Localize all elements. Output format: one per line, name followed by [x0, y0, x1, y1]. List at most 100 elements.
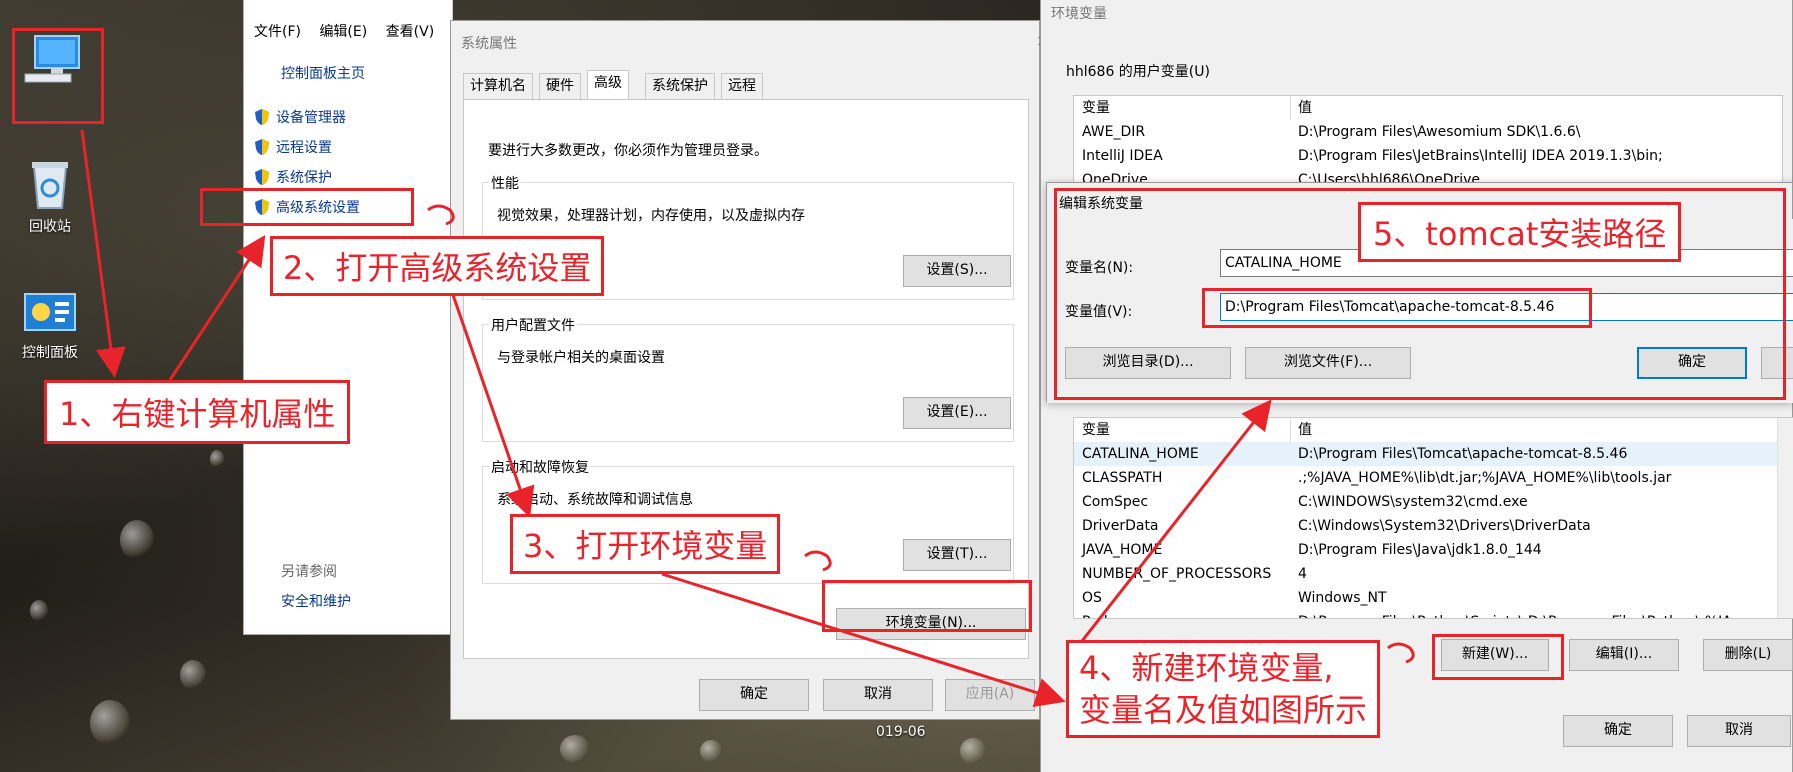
group-title: 性能: [489, 173, 521, 193]
menu-edit[interactable]: 编辑(E): [319, 24, 367, 40]
sidebar-item-label: 远程设置: [276, 140, 332, 156]
shield-icon: [255, 109, 269, 125]
list-header: 变量 值: [1074, 418, 1793, 442]
annotation-step4-line2: 变量名及值如图所示: [1079, 691, 1368, 729]
desktop-icon-label: 回收站: [29, 219, 71, 235]
menu-file[interactable]: 文件(F): [254, 24, 301, 40]
var-value: 4: [1298, 566, 1307, 582]
table-row[interactable]: NUMBER_OF_PROCESSORS 4: [1074, 562, 1793, 586]
ok-button[interactable]: 确定: [1563, 715, 1673, 747]
var-name: NUMBER_OF_PROCESSORS: [1082, 566, 1272, 582]
performance-settings-button[interactable]: 设置(S)...: [903, 255, 1011, 287]
desktop-icon-label: 控制面板: [22, 345, 78, 361]
ok-button[interactable]: 确定: [699, 679, 809, 711]
control-panel-icon: [24, 293, 76, 331]
annotation-step4-line1: 4、新建环境变量,: [1079, 649, 1334, 687]
desktop-icon-recycle-bin[interactable]: 回收站: [10, 158, 90, 236]
tab-remote[interactable]: 远程: [721, 73, 763, 99]
tab-computer-name[interactable]: 计算机名: [463, 73, 533, 99]
raindrop: [560, 735, 590, 763]
group-title: 启动和故障恢复: [489, 457, 591, 477]
var-name: Path: [1082, 610, 1113, 618]
table-row[interactable]: DriverData C:\Windows\System32\Drivers\D…: [1074, 514, 1793, 538]
var-name: JAVA_HOME: [1082, 542, 1163, 558]
edit-variable-button[interactable]: 编辑(I)...: [1569, 639, 1679, 671]
taskbar-date-fragment: 019-06: [876, 724, 926, 740]
var-value: C:\WINDOWS\system32\cmd.exe: [1298, 494, 1528, 510]
desktop-icon-control-panel[interactable]: 控制面板: [10, 292, 90, 362]
shield-icon: [255, 139, 269, 155]
raindrop: [30, 600, 48, 622]
sidebar-item-label: 设备管理器: [276, 110, 346, 126]
var-value: Windows_NT: [1298, 590, 1387, 606]
annotation-step2: 2、打开高级系统设置: [270, 236, 605, 296]
column-header-value[interactable]: 值: [1298, 96, 1312, 120]
var-value: D:\Program Files\JetBrains\IntelliJ IDEA…: [1298, 148, 1663, 164]
table-row[interactable]: CLASSPATH .;%JAVA_HOME%\lib\dt.jar;%JAVA…: [1074, 466, 1793, 490]
vertical-scrollbar[interactable]: [1777, 418, 1793, 618]
group-title: 用户配置文件: [489, 315, 577, 335]
delete-variable-button[interactable]: 删除(L): [1703, 639, 1793, 671]
menu-bar: 文件(F) 编辑(E) 查看(V): [254, 21, 448, 41]
var-name: OS: [1082, 590, 1102, 606]
highlight-new-button: [1432, 634, 1564, 680]
highlight-variable-value: [1202, 288, 1592, 328]
control-panel-home-link[interactable]: 控制面板主页: [281, 63, 365, 83]
cancel-button[interactable]: 取消: [823, 679, 933, 711]
highlight-env-button: [822, 580, 1032, 632]
table-row[interactable]: IntelliJ IDEA D:\Program Files\JetBrains…: [1074, 144, 1782, 168]
tab-system-protection[interactable]: 系统保护: [645, 73, 715, 99]
var-value: D:\Program Files\Tomcat\apache-tomcat-8.…: [1298, 446, 1628, 462]
raindrop: [960, 738, 986, 764]
tab-hardware[interactable]: 硬件: [539, 73, 581, 99]
var-name: DriverData: [1082, 518, 1159, 534]
user-variables-title: hhl686 的用户变量(U): [1066, 64, 1210, 80]
table-row[interactable]: OS Windows_NT: [1074, 586, 1793, 610]
column-header-variable[interactable]: 变量: [1082, 418, 1110, 442]
control-panel-window: 文件(F) 编辑(E) 查看(V) 控制面板主页 设备管理器 远程设置 系统保护…: [243, 0, 453, 635]
group-desc: 与登录帐户相关的桌面设置: [497, 350, 665, 366]
raindrop: [90, 700, 130, 746]
see-also-title: 另请参阅: [281, 564, 337, 580]
var-value: .;%JAVA_HOME%\lib\dt.jar;%JAVA_HOME%\lib…: [1298, 470, 1672, 486]
cancel-button[interactable]: 取消: [1687, 715, 1791, 747]
list-header: 变量 值: [1074, 96, 1782, 120]
raindrop: [700, 740, 722, 762]
table-row[interactable]: ComSpec C:\WINDOWS\system32\cmd.exe: [1074, 490, 1793, 514]
annotation-step3: 3、打开环境变量: [510, 514, 781, 574]
menu-view[interactable]: 查看(V): [386, 24, 435, 40]
tab-advanced[interactable]: 高级: [587, 70, 629, 100]
user-variables-list: 变量 值 AWE_DIR D:\Program Files\Awesomium …: [1073, 95, 1783, 185]
annotation-step1: 1、右键计算机属性: [44, 380, 351, 444]
user-profile-settings-button[interactable]: 设置(E)...: [903, 397, 1011, 429]
annotation-step4: 4、新建环境变量, 变量名及值如图所示: [1066, 640, 1381, 738]
advanced-tab-panel: 要进行大多数更改，你必须作为管理员登录。 性能 视觉效果，处理器计划，内存使用，…: [463, 99, 1029, 659]
shield-icon: [255, 169, 269, 185]
startup-settings-button[interactable]: 设置(T)...: [903, 539, 1011, 571]
highlight-advanced-settings: [200, 188, 414, 226]
sidebar-item-remote-settings[interactable]: 远程设置: [254, 137, 332, 157]
var-name: ComSpec: [1082, 494, 1149, 510]
table-row[interactable]: Path D:\Program Files\Python\Scripts\;D:…: [1074, 610, 1793, 618]
system-variables-list: 变量 值 CATALINA_HOME D:\Program Files\Tomc…: [1073, 417, 1793, 619]
var-name: CATALINA_HOME: [1082, 446, 1199, 462]
table-row[interactable]: JAVA_HOME D:\Program Files\Java\jdk1.8.0…: [1074, 538, 1793, 562]
column-header-variable[interactable]: 变量: [1082, 96, 1110, 120]
column-header-value[interactable]: 值: [1298, 418, 1312, 442]
raindrop: [120, 520, 154, 560]
highlight-computer-icon: [12, 28, 104, 124]
annotation-step5: 5、tomcat安装路径: [1358, 202, 1682, 262]
admin-note: 要进行大多数更改，你必须作为管理员登录。: [488, 143, 768, 159]
var-name: CLASSPATH: [1082, 470, 1163, 486]
sidebar-item-device-manager[interactable]: 设备管理器: [254, 107, 346, 127]
var-name: AWE_DIR: [1082, 124, 1146, 140]
table-row-selected[interactable]: CATALINA_HOME D:\Program Files\Tomcat\ap…: [1074, 442, 1793, 466]
sidebar-item-label: 系统保护: [276, 170, 332, 186]
security-maintenance-link[interactable]: 安全和维护: [281, 591, 351, 611]
table-row[interactable]: AWE_DIR D:\Program Files\Awesomium SDK\1…: [1074, 120, 1782, 144]
apply-button[interactable]: 应用(A): [945, 679, 1035, 711]
sidebar-item-system-protection[interactable]: 系统保护: [254, 167, 332, 187]
window-title: 环境变量: [1051, 6, 1107, 22]
var-value: D:\Program Files\Awesomium SDK\1.6.6\: [1298, 124, 1581, 140]
var-value: D:\Program Files\Java\jdk1.8.0_144: [1298, 542, 1542, 558]
